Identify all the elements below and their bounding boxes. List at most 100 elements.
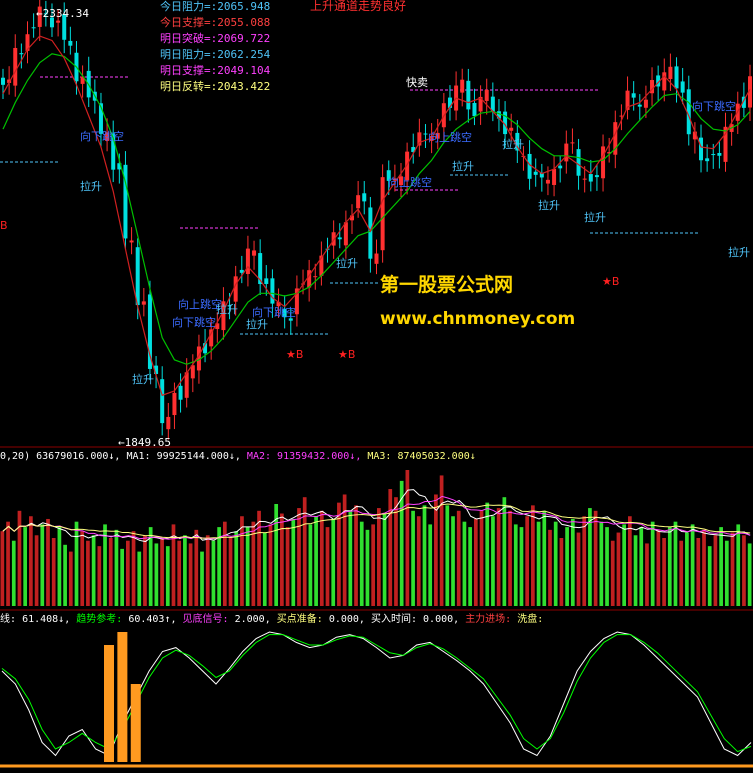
volume-header-prefix: 0,20)	[0, 451, 31, 462]
candle-body-39	[239, 269, 244, 273]
pull-up-label-8: 拉升	[538, 199, 560, 212]
down-gap-label-2: 向下跳空	[172, 316, 216, 329]
level-row-1: 今日阻力=:2065.948	[160, 0, 271, 13]
volume-bar-101	[576, 532, 581, 606]
volume-bar-29	[165, 546, 170, 606]
candle-body-62	[380, 177, 385, 251]
volume-bar-62	[354, 505, 358, 606]
level-value-3: 2069.722	[217, 32, 271, 45]
candle-body-55	[337, 237, 342, 240]
candle-body-111	[680, 81, 685, 93]
volume-bar-6	[34, 535, 39, 606]
volume-bar-114	[650, 521, 655, 606]
volume-bar-46	[262, 532, 267, 606]
volume-bar-111	[633, 535, 638, 606]
pull-up-label-2: 拉升	[216, 303, 238, 316]
buy-star-4: ★B	[602, 275, 619, 288]
volume-bar-106	[605, 527, 609, 606]
indicator-bar-8	[104, 645, 114, 762]
volume-bar-1	[6, 521, 10, 606]
volume-bar-3	[17, 510, 22, 606]
volume-bar-54	[308, 524, 313, 606]
volume-bar-107	[610, 540, 615, 606]
volume-bar-65	[371, 524, 375, 606]
volume-bar-19	[108, 538, 113, 606]
level-value-5: 2049.104	[217, 64, 271, 77]
volume-bar-92	[525, 516, 530, 606]
candle-body-11	[68, 40, 73, 46]
volume-bar-98	[559, 538, 564, 606]
volume-ma2-value: 91359432.000↓,	[277, 451, 362, 462]
candle-body-109	[668, 66, 673, 80]
high-marker: ←2334.34	[36, 7, 89, 20]
down-gap-label-4: 向下跳空	[692, 100, 736, 113]
indicator-item-4: 见底信号:	[182, 614, 229, 625]
candle-body-83	[509, 127, 514, 131]
price-ma-slow-line	[2, 53, 751, 365]
level-row-4: 明日阻力=:2062.254	[160, 48, 271, 61]
volume-bar-9	[51, 538, 56, 606]
candle-body-43	[264, 278, 269, 284]
buy-star-glyph-4: ★	[602, 275, 612, 288]
candle-body-114	[699, 137, 704, 161]
candle-body-3	[19, 53, 24, 55]
volume-bar-79	[451, 516, 455, 606]
volume-bar-91	[519, 527, 524, 606]
level-label-3: 明日突破	[160, 32, 204, 45]
volume-bar-25	[143, 535, 147, 606]
volume-bar-78	[445, 505, 450, 606]
volume-bar-108	[616, 532, 621, 606]
watermark-title: 第一股票公式网	[380, 274, 514, 296]
volume-bar-55	[314, 516, 318, 606]
indicator-item-2: 趋势参考:	[76, 614, 123, 625]
indicator-item-5: 2.000,	[234, 614, 271, 625]
candle-body-110	[674, 66, 679, 89]
volume-bar-16	[91, 535, 96, 606]
volume-bar-75	[428, 524, 433, 606]
volume-bar-47	[268, 524, 273, 606]
volume-bar-0	[0, 531, 5, 606]
volume-bar-18	[103, 524, 107, 606]
volume-bar-42	[240, 516, 244, 606]
buy-star-2: ★B	[286, 348, 303, 361]
level-row-2: 今日支撑=:2055.088	[160, 16, 271, 29]
volume-bar-57	[325, 527, 330, 606]
volume-bar-117	[667, 527, 672, 606]
volume-bar-67	[382, 513, 387, 606]
indicator-item-3: 60.403↑,	[128, 614, 177, 625]
up-gap-label-2: 向上跳空	[388, 176, 432, 189]
volume-bar-61	[348, 510, 353, 606]
indicator-header: 线: 61.408↓, 趋势参考: 60.403↑, 见底信号: 2.000, …	[0, 613, 543, 626]
candle-body-56	[343, 222, 348, 246]
candle-body-24	[147, 294, 152, 369]
candle-body-59	[362, 193, 367, 202]
candle-body-26	[160, 379, 165, 424]
level-value-1: 2065.948	[217, 0, 271, 13]
volume-bar-76	[434, 494, 438, 606]
candle-body-38	[233, 276, 238, 302]
level-label-2: 今日支撑	[160, 16, 204, 29]
volume-bar-12	[68, 551, 73, 606]
volume-bar-105	[599, 521, 604, 606]
volume-bar-131	[747, 543, 752, 606]
volume-bar-115	[656, 529, 661, 606]
volume-bar-4	[23, 527, 28, 606]
indicator-bar-9	[117, 632, 128, 762]
volume-bar-50	[285, 527, 290, 606]
volume-bar-2	[11, 540, 16, 606]
candle-body-108	[662, 72, 667, 91]
volume-bar-127	[724, 540, 729, 606]
volume-bar-119	[679, 540, 684, 606]
level-label-4: 明日阻力	[160, 48, 204, 61]
volume-bar-113	[645, 543, 649, 606]
indicator-item-10: 主力进场:	[465, 614, 512, 625]
buy-star-glyph-3: ★	[338, 348, 348, 361]
volume-bar-83	[473, 518, 478, 606]
volume-bar-45	[257, 510, 261, 606]
volume-bar-33	[188, 543, 193, 606]
candle-body-79	[484, 89, 489, 101]
volume-ma1-name: MA1:	[126, 451, 151, 462]
level-label-6: 明日反转	[160, 80, 204, 93]
buy-mark-text-1: B	[0, 219, 8, 232]
volume-bar-36	[205, 535, 210, 606]
